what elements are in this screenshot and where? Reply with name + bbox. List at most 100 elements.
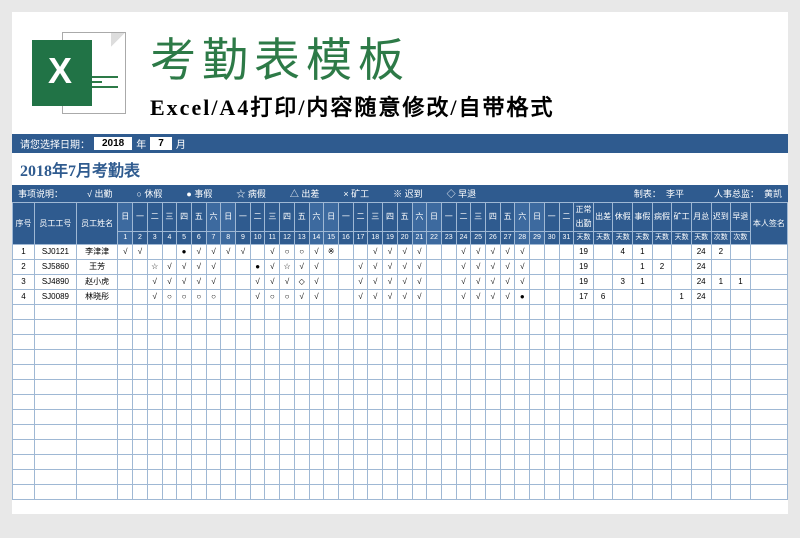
cell-empty[interactable] <box>236 380 251 395</box>
cell-empty[interactable] <box>574 395 594 410</box>
cell-empty[interactable] <box>324 425 339 440</box>
cell-empty[interactable] <box>162 470 177 485</box>
table-row[interactable]: 1SJ0121李津津√√●√√√√√○○√※√√√√√√√√√1941242 <box>13 245 788 260</box>
cell-empty[interactable] <box>397 425 412 440</box>
cell-mark[interactable]: √ <box>456 260 471 275</box>
cell-mark[interactable] <box>118 290 133 305</box>
cell-empty[interactable] <box>672 425 692 440</box>
cell-empty[interactable] <box>118 320 133 335</box>
cell-empty[interactable] <box>500 305 515 320</box>
cell-empty[interactable] <box>280 425 295 440</box>
cell-mark[interactable] <box>427 245 442 260</box>
cell-empty[interactable] <box>250 455 265 470</box>
cell-empty[interactable] <box>633 365 653 380</box>
cell-empty[interactable] <box>486 470 501 485</box>
cell-empty[interactable] <box>309 380 324 395</box>
cell-empty[interactable] <box>368 380 383 395</box>
cell-empty[interactable] <box>427 395 442 410</box>
cell-empty[interactable] <box>133 380 148 395</box>
cell-empty[interactable] <box>353 395 368 410</box>
cell-empty[interactable] <box>613 455 633 470</box>
cell-empty[interactable] <box>147 380 162 395</box>
cell-empty[interactable] <box>559 440 574 455</box>
cell-empty[interactable] <box>133 320 148 335</box>
cell-mark[interactable] <box>559 290 574 305</box>
cell-mark[interactable] <box>236 290 251 305</box>
cell-empty[interactable] <box>691 485 711 500</box>
cell-empty[interactable] <box>236 350 251 365</box>
cell-empty[interactable] <box>427 350 442 365</box>
cell-empty[interactable] <box>412 410 427 425</box>
cell-empty[interactable] <box>530 335 545 350</box>
cell-empty[interactable] <box>412 350 427 365</box>
cell-empty[interactable] <box>486 455 501 470</box>
cell-empty[interactable] <box>383 335 398 350</box>
cell-mark[interactable]: √ <box>383 290 398 305</box>
cell-empty[interactable] <box>486 350 501 365</box>
cell-empty[interactable] <box>574 335 594 350</box>
cell-mark[interactable]: √ <box>515 245 530 260</box>
cell-empty[interactable] <box>206 410 221 425</box>
cell-empty[interactable] <box>383 380 398 395</box>
cell-empty[interactable] <box>383 305 398 320</box>
cell-empty[interactable] <box>731 335 751 350</box>
cell-empty[interactable] <box>471 380 486 395</box>
cell-mark[interactable]: √ <box>456 290 471 305</box>
cell-empty[interactable] <box>324 470 339 485</box>
cell-signature[interactable] <box>750 245 787 260</box>
cell-stat[interactable]: 6 <box>593 290 613 305</box>
cell-empty[interactable] <box>500 395 515 410</box>
cell-mark[interactable]: √ <box>471 290 486 305</box>
cell-empty[interactable] <box>530 305 545 320</box>
cell-empty[interactable] <box>206 305 221 320</box>
cell-empty[interactable] <box>412 320 427 335</box>
cell-empty[interactable] <box>338 335 353 350</box>
cell-empty[interactable] <box>13 380 35 395</box>
cell-empty[interactable] <box>691 410 711 425</box>
cell-empty[interactable] <box>711 485 731 500</box>
cell-mark[interactable]: √ <box>412 290 427 305</box>
cell-empty[interactable] <box>162 350 177 365</box>
cell-mark[interactable]: √ <box>383 275 398 290</box>
cell-empty[interactable] <box>250 425 265 440</box>
cell-empty[interactable] <box>672 410 692 425</box>
cell-mark[interactable]: √ <box>309 260 324 275</box>
cell-empty[interactable] <box>530 365 545 380</box>
cell-empty[interactable] <box>309 440 324 455</box>
cell-empty[interactable] <box>559 395 574 410</box>
cell-empty[interactable] <box>441 395 456 410</box>
cell-empty[interactable] <box>593 335 613 350</box>
cell-empty[interactable] <box>35 410 77 425</box>
cell-mark[interactable]: √ <box>353 260 368 275</box>
cell-empty[interactable] <box>500 455 515 470</box>
cell-empty[interactable] <box>441 440 456 455</box>
cell-empty[interactable] <box>324 320 339 335</box>
cell-empty[interactable] <box>691 350 711 365</box>
cell-empty[interactable] <box>13 425 35 440</box>
cell-stat[interactable]: 1 <box>731 275 751 290</box>
cell-idx[interactable]: 4 <box>13 290 35 305</box>
cell-empty[interactable] <box>309 485 324 500</box>
cell-empty[interactable] <box>35 485 77 500</box>
cell-empty[interactable] <box>118 350 133 365</box>
cell-mark[interactable]: √ <box>162 275 177 290</box>
cell-empty[interactable] <box>530 320 545 335</box>
cell-empty[interactable] <box>486 335 501 350</box>
cell-mark[interactable]: √ <box>412 260 427 275</box>
cell-mark[interactable] <box>544 290 559 305</box>
cell-mark[interactable]: √ <box>294 260 309 275</box>
cell-empty[interactable] <box>427 425 442 440</box>
cell-empty[interactable] <box>280 440 295 455</box>
cell-empty[interactable] <box>118 440 133 455</box>
cell-empty[interactable] <box>177 455 192 470</box>
cell-empty[interactable] <box>383 485 398 500</box>
cell-empty[interactable] <box>412 455 427 470</box>
cell-empty[interactable] <box>486 485 501 500</box>
cell-empty[interactable] <box>672 470 692 485</box>
cell-empty[interactable] <box>191 470 206 485</box>
table-row-empty[interactable] <box>13 485 788 500</box>
cell-empty[interactable] <box>76 320 118 335</box>
cell-empty[interactable] <box>574 485 594 500</box>
cell-empty[interactable] <box>652 455 672 470</box>
cell-empty[interactable] <box>397 305 412 320</box>
